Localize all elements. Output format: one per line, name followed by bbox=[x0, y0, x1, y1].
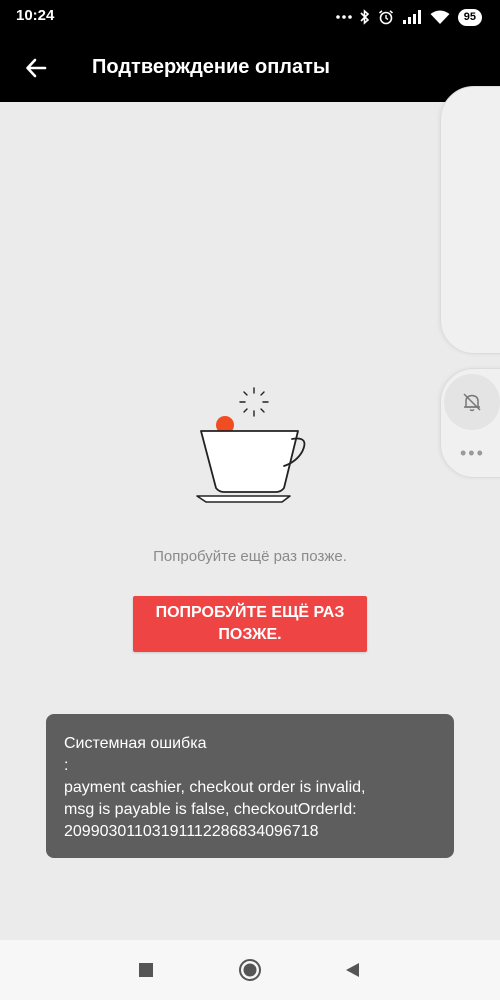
status-bar: 10:24 95 bbox=[0, 0, 500, 34]
toast-line: 20990301103191112286834096718 bbox=[64, 823, 319, 840]
recents-square-icon bbox=[139, 963, 153, 977]
alarm-icon bbox=[378, 9, 394, 25]
status-icons: 95 bbox=[335, 6, 482, 28]
bluetooth-icon bbox=[360, 9, 370, 25]
arrow-left-icon bbox=[26, 58, 47, 78]
retry-button-label-line2: ПОЗЖЕ. bbox=[218, 626, 282, 643]
home-circle-icon bbox=[239, 959, 261, 981]
main-content: Попробуйте ещё раз позже. ПОПРОБУЙТЕ ЕЩЁ… bbox=[0, 102, 500, 940]
toast-line: payment cashier, checkout order is inval… bbox=[64, 779, 366, 796]
side-panel-top[interactable] bbox=[440, 86, 500, 354]
toast-line: : bbox=[64, 757, 69, 774]
battery-icon: 95 bbox=[457, 8, 482, 26]
back-triangle-icon bbox=[346, 963, 359, 977]
status-time: 10:24 bbox=[16, 7, 55, 24]
empty-state-message: Попробуйте ещё раз позже. bbox=[153, 548, 347, 565]
back-button[interactable] bbox=[18, 50, 54, 86]
error-toast: Системная ошибка : payment cashier, chec… bbox=[46, 714, 454, 858]
more-dots-icon[interactable]: ••• bbox=[460, 444, 485, 462]
page-title: Подтверждение оплаты bbox=[92, 56, 330, 78]
dots-icon bbox=[335, 14, 352, 20]
wifi-icon bbox=[430, 10, 450, 25]
system-back-button[interactable] bbox=[340, 958, 364, 982]
toast-title: Системная ошибка bbox=[64, 735, 207, 752]
retry-button-label-line1: ПОПРОБУЙТЕ ЕЩЁ РАЗ bbox=[155, 604, 345, 621]
bell-off-icon[interactable] bbox=[460, 390, 484, 414]
retry-button[interactable]: ПОПРОБУЙТЕ ЕЩЁ РАЗ ПОЗЖЕ. bbox=[133, 596, 367, 652]
home-button[interactable] bbox=[238, 958, 262, 982]
signal-icon bbox=[402, 10, 422, 24]
app-bar: Подтверждение оплаты bbox=[0, 34, 500, 102]
toast-line: msg is payable is false, checkoutOrderId… bbox=[64, 801, 357, 818]
coffee-cup-icon bbox=[196, 387, 306, 503]
nav-bar bbox=[0, 940, 500, 1000]
recents-button[interactable] bbox=[134, 958, 158, 982]
